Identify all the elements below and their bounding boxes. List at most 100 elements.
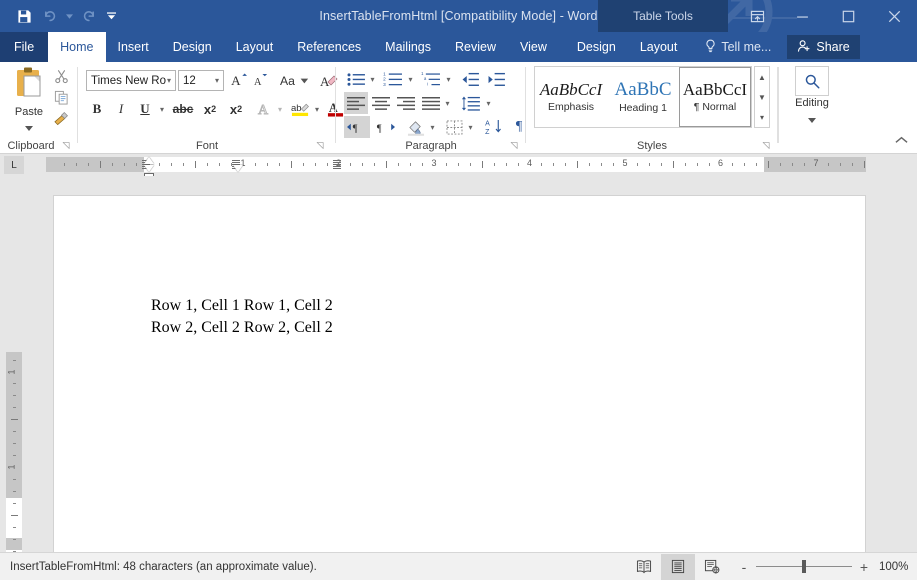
horizontal-ruler[interactable]: 11234567 xyxy=(46,157,866,172)
bold-button[interactable]: B xyxy=(86,98,108,120)
customize-quick-access-toolbar-button[interactable] xyxy=(102,4,120,28)
web-layout-button[interactable] xyxy=(695,554,729,580)
tab-file[interactable]: File xyxy=(0,32,48,62)
hanging-indent-marker[interactable] xyxy=(144,165,154,172)
italic-button[interactable]: I xyxy=(110,98,132,120)
increase-indent-button[interactable] xyxy=(484,68,508,90)
text-highlight-dropdown-icon[interactable]: ▾ xyxy=(311,98,323,120)
ruler-tick xyxy=(171,163,172,166)
undo-dropdown-icon[interactable] xyxy=(64,4,74,28)
undo-button[interactable] xyxy=(38,4,62,28)
align-center-button[interactable] xyxy=(369,92,393,114)
tab-layout[interactable]: Layout xyxy=(224,32,286,62)
collapse-ribbon-button[interactable] xyxy=(893,135,909,149)
tab-view[interactable]: View xyxy=(508,32,559,62)
underline-button[interactable]: U xyxy=(134,98,156,120)
paragraph-dialog-launcher[interactable]: ◹ xyxy=(508,139,520,151)
maximize-button[interactable] xyxy=(825,0,871,32)
justify-dropdown-icon[interactable]: ▾ xyxy=(442,92,453,114)
text-effects-dropdown-icon[interactable]: ▾ xyxy=(274,98,286,120)
document-area[interactable]: 112 Row 1, Cell 1 Row 1, Cell 2 Row 2, C… xyxy=(0,176,917,552)
shading-button[interactable] xyxy=(404,116,428,138)
styles-dialog-launcher[interactable]: ◹ xyxy=(760,139,772,151)
numbering-dropdown-icon[interactable]: ▾ xyxy=(405,68,416,90)
editing-button[interactable]: Editing xyxy=(788,66,836,128)
bullets-dropdown-icon[interactable]: ▾ xyxy=(367,68,378,90)
tab-design[interactable]: Design xyxy=(161,32,224,62)
editing-dropdown-icon[interactable] xyxy=(808,110,816,128)
save-button[interactable] xyxy=(12,4,36,28)
multilevel-list-dropdown-icon[interactable]: ▾ xyxy=(443,68,454,90)
close-button[interactable] xyxy=(871,0,917,32)
print-layout-button[interactable] xyxy=(661,554,695,580)
tab-table-tools-layout[interactable]: Layout xyxy=(628,32,690,62)
tab-review[interactable]: Review xyxy=(443,32,508,62)
style-item-normal[interactable]: AaBbCcI ¶ Normal xyxy=(679,67,751,127)
align-right-button[interactable] xyxy=(394,92,418,114)
copy-button[interactable] xyxy=(50,87,72,107)
svg-text:¶: ¶ xyxy=(353,123,358,134)
tab-stop-selector[interactable]: L xyxy=(4,156,24,174)
decrease-indent-button[interactable] xyxy=(458,68,482,90)
paste-label: Paste xyxy=(15,106,43,118)
bullets-button[interactable] xyxy=(344,68,368,90)
styles-scroll-up-button[interactable]: ▲ xyxy=(755,67,769,87)
numbering-button[interactable]: 1 2 3 xyxy=(380,68,406,90)
zoom-slider[interactable] xyxy=(756,566,852,567)
tab-mailings[interactable]: Mailings xyxy=(373,32,443,62)
tab-references[interactable]: References xyxy=(285,32,373,62)
redo-button[interactable] xyxy=(76,4,100,28)
font-dialog-launcher[interactable]: ◹ xyxy=(314,139,326,151)
paste-dropdown-icon[interactable] xyxy=(25,118,33,136)
underline-dropdown-icon[interactable]: ▾ xyxy=(156,98,168,120)
first-line-indent-marker[interactable] xyxy=(144,157,154,164)
grow-font-button[interactable]: A xyxy=(228,70,250,91)
borders-button[interactable] xyxy=(442,116,466,138)
zoom-in-button[interactable]: + xyxy=(859,559,869,575)
style-item-emphasis[interactable]: AaBbCcI Emphasis xyxy=(535,67,607,127)
tab-home[interactable]: Home xyxy=(48,32,105,62)
borders-dropdown-icon[interactable]: ▾ xyxy=(465,116,476,138)
rtl-text-button[interactable]: ¶ xyxy=(372,116,398,138)
read-mode-button[interactable] xyxy=(627,554,661,580)
format-painter-button[interactable] xyxy=(50,108,72,128)
justify-button[interactable] xyxy=(419,92,443,114)
tab-insert[interactable]: Insert xyxy=(106,32,161,62)
font-name-combo[interactable]: Times New Ro ▾ xyxy=(86,70,176,91)
text-effects-button[interactable]: A xyxy=(254,98,276,120)
align-left-button[interactable] xyxy=(344,92,368,114)
style-item-heading-1[interactable]: AaBbC Heading 1 xyxy=(607,67,679,127)
ruler-tick xyxy=(709,163,710,166)
document-page[interactable]: Row 1, Cell 1 Row 1, Cell 2 Row 2, Cell … xyxy=(53,195,866,552)
text-highlight-button[interactable]: ab xyxy=(288,98,312,120)
minimize-button[interactable] xyxy=(779,0,825,32)
ruler-tab-stop[interactable] xyxy=(333,160,341,169)
strikethrough-button[interactable]: abc xyxy=(170,98,196,120)
cut-button[interactable] xyxy=(50,66,72,86)
horizontal-ruler-row: L 11234567 xyxy=(0,154,917,176)
change-case-button[interactable]: Aa xyxy=(278,70,312,91)
line-spacing-button[interactable] xyxy=(458,92,484,114)
styles-scroll-down-button[interactable]: ▼ xyxy=(755,87,769,107)
vertical-ruler[interactable]: 112 xyxy=(6,352,22,552)
ribbon-display-options-button[interactable] xyxy=(735,0,779,32)
tell-me-box[interactable]: Tell me... xyxy=(695,32,781,62)
zoom-slider-thumb[interactable] xyxy=(802,560,806,573)
superscript-button[interactable]: x2 xyxy=(224,98,248,120)
clipboard-dialog-launcher[interactable]: ◹ xyxy=(60,139,72,151)
zoom-percentage[interactable]: 100% xyxy=(879,561,917,573)
zoom-out-button[interactable]: - xyxy=(739,559,749,575)
subscript-button[interactable]: x2 xyxy=(198,98,222,120)
paste-button[interactable]: Paste xyxy=(8,66,50,132)
line-spacing-dropdown-icon[interactable]: ▾ xyxy=(483,92,494,114)
ltr-text-button[interactable]: ¶ xyxy=(344,116,370,138)
tab-table-tools-design[interactable]: Design xyxy=(565,32,628,62)
right-indent-marker[interactable] xyxy=(233,165,243,172)
multilevel-list-button[interactable]: 1 a i xyxy=(418,68,444,90)
share-button[interactable]: Share xyxy=(787,35,859,59)
styles-more-button[interactable]: ▾ xyxy=(755,107,769,127)
shading-dropdown-icon[interactable]: ▾ xyxy=(427,116,438,138)
font-size-combo[interactable]: 12 ▾ xyxy=(178,70,224,91)
shrink-font-button[interactable]: A xyxy=(250,70,272,91)
sort-button[interactable]: A Z xyxy=(482,116,506,138)
